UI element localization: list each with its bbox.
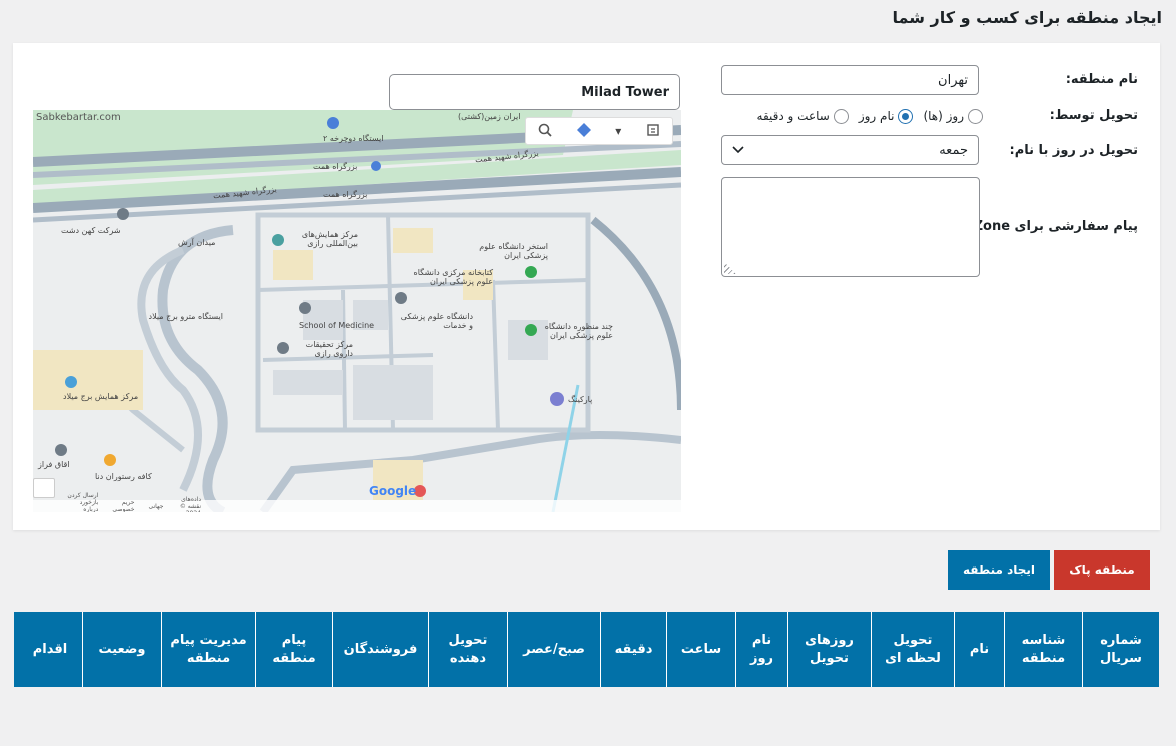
- custom-message-textarea[interactable]: [721, 177, 980, 277]
- radio-days[interactable]: روز (ها): [923, 108, 983, 124]
- th-minute: دقیقه: [600, 612, 666, 687]
- map-label-company: شرکت کهن دشت: [61, 226, 121, 235]
- map-footer-item-1: داده‌های نقشه © 2024: [179, 495, 201, 513]
- map-label-oqaf: اقاق فراز: [38, 460, 70, 469]
- map-label-metro: ایستگاه مترو برج میلاد: [148, 312, 224, 321]
- th-vendors: فروشندگان: [332, 612, 428, 687]
- map-zoom-control[interactable]: [33, 478, 55, 498]
- zone-name-input[interactable]: [721, 65, 979, 95]
- custom-message-label: پیام سفارشی برای Zone:: [968, 219, 1138, 234]
- google-logo: Google: [369, 484, 417, 498]
- map-label-parking: پارکینگ: [568, 395, 593, 404]
- zones-table-header: شماره سریال شناسه منطقه نام تحویل لحظه ا…: [14, 612, 1159, 687]
- map-label-school: School of Medicine: [299, 321, 375, 330]
- th-zone-id: شناسه منطقه: [1004, 612, 1082, 687]
- th-hour: ساعت: [666, 612, 735, 687]
- map-label-zamin: ایران زمین(کشتی): [458, 112, 521, 121]
- th-deliverer: تحویل دهنده: [428, 612, 507, 687]
- clear-zone-button[interactable]: منطقه پاک: [1054, 550, 1150, 590]
- map-label-library: کتابخانه مرکزی دانشگاه علوم پزشکی ایران: [413, 268, 493, 286]
- map-label-station: ایستگاه دوچرخه ۲: [323, 134, 384, 143]
- radio-day-name-label: نام روز: [858, 109, 895, 123]
- map-label-highway3: بزرگراه همت: [313, 162, 358, 171]
- delivery-day-value: جمعه: [939, 142, 968, 158]
- th-manage-zone-message: مدیریت پیام منطقه: [161, 612, 255, 687]
- th-day-name: نام روز: [735, 612, 787, 687]
- map-label-conference: مرکز همایش‌های بین‌المللی رازی: [301, 230, 358, 248]
- dropdown-icon[interactable]: ▾: [615, 124, 621, 138]
- delivery-by-radios: روز (ها) نام روز ساعت و دقیقه: [753, 106, 983, 126]
- delivery-day-select[interactable]: جمعه: [721, 135, 979, 165]
- map-label-arash: میدان آرش: [178, 238, 216, 247]
- th-delivery-days: روزهای تحویل: [787, 612, 871, 687]
- radio-hour-minute-circle[interactable]: [833, 108, 849, 124]
- map-label-dental: چند منظوره دانشگاه علوم پزشکی ایران: [544, 322, 613, 340]
- th-name: نام: [954, 612, 1004, 687]
- zone-name-label: نام منطقه:: [1065, 72, 1138, 87]
- map-toolbar: ▾: [525, 117, 673, 145]
- delivery-by-label: تحویل توسط:: [1049, 108, 1138, 123]
- search-icon[interactable]: [538, 123, 552, 140]
- create-zone-button[interactable]: ایجاد منطقه: [948, 550, 1050, 590]
- directions-icon[interactable]: [576, 122, 591, 140]
- th-action: اقدام: [32, 641, 68, 657]
- radio-day-name-circle[interactable]: [898, 108, 914, 124]
- map-label-milad: مرکز همایش برج میلاد: [63, 392, 139, 401]
- map-footer: داده‌های نقشه © 2024 جهانی حریم خصوصی ار…: [33, 492, 681, 512]
- radio-days-label: روز (ها): [923, 109, 964, 123]
- page-title: ایجاد منطقه برای کسب و کار شما: [892, 8, 1162, 27]
- map-label-pool: استخر دانشگاه علوم پزشکی ایران: [479, 242, 548, 260]
- th-instant-delivery: تحویل لحظه ای: [871, 612, 954, 687]
- resize-grip-icon[interactable]: [724, 262, 736, 274]
- map-search-input[interactable]: [389, 74, 680, 110]
- map-label-university: دانشگاه علوم پزشکی و خدمات: [400, 312, 473, 330]
- radio-hour-minute[interactable]: ساعت و دقیقه: [756, 108, 849, 124]
- map-footer-item-4[interactable]: ارسال کردن بازخورد درباره محصول: [63, 492, 98, 512]
- map-label-cafe: کافه رستوران دنا: [95, 472, 152, 481]
- delivery-day-label: تحویل در روز با نام:: [1009, 143, 1138, 158]
- map-label-highway4: بزرگراه همت: [323, 190, 368, 199]
- zone-form-card: نام منطقه: تحویل توسط: روز (ها) نام روز …: [13, 43, 1160, 530]
- th-am-pm: صبح/عصر: [507, 612, 600, 687]
- map-footer-item-2[interactable]: جهانی: [148, 503, 163, 510]
- map[interactable]: Sabkebartar.com ایستگاه دوچرخه ۲ ایران ز…: [33, 110, 681, 512]
- th-zone-message: پیام منطقه: [255, 612, 332, 687]
- layers-icon[interactable]: [646, 123, 660, 140]
- chevron-down-icon: [732, 143, 744, 158]
- map-footer-item-3[interactable]: حریم خصوصی: [112, 499, 134, 512]
- radio-day-name[interactable]: نام روز: [858, 108, 914, 124]
- map-watermark: Sabkebartar.com: [36, 112, 121, 123]
- th-status: وضعیت: [82, 612, 161, 687]
- map-label-research: مرکز تحقیقات داروی رازی: [305, 340, 353, 358]
- radio-days-circle[interactable]: [968, 108, 983, 124]
- radio-hour-minute-label: ساعت و دقیقه: [756, 109, 830, 123]
- th-serial: شماره سریال: [1082, 612, 1159, 687]
